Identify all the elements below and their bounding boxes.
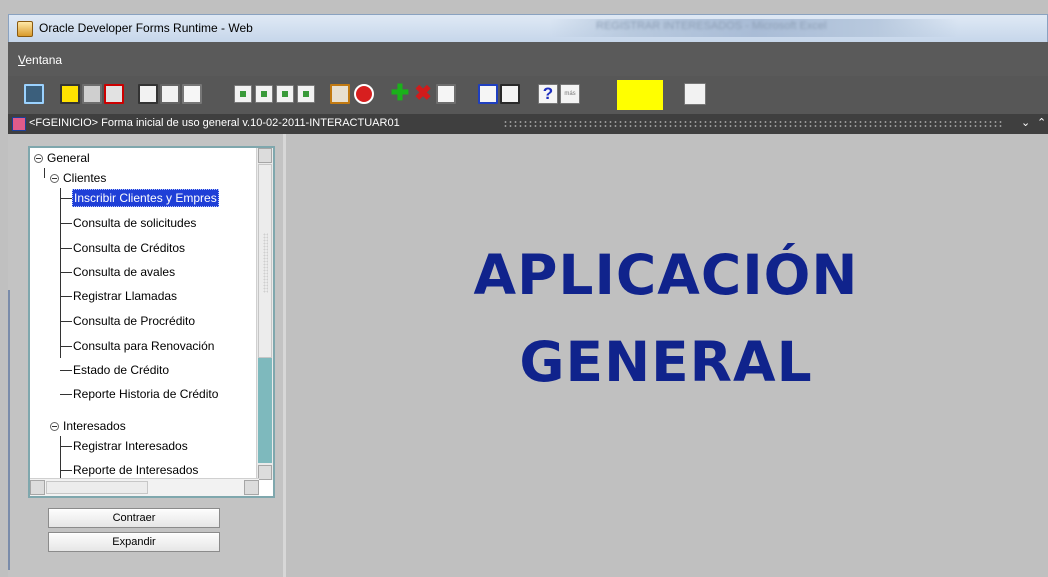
tree-node-inscribir-clientes[interactable]: Inscribir Clientes y Empres [72,188,219,208]
scroll-up-icon[interactable] [258,148,272,163]
tree-line [60,198,72,199]
tree-line [60,248,72,249]
tree-node-interesados[interactable]: Interesados [50,416,127,436]
tree-line [60,394,72,395]
tree-line [60,272,72,273]
tree-node-consulta-creditos[interactable]: Consulta de Créditos [72,238,186,258]
tree-node-consulta-avales[interactable]: Consulta de avales [72,262,176,282]
edit-icon[interactable] [436,84,456,104]
left-desktop-strip [8,290,10,570]
tree-items: General Clientes Inscribir Clientes y Em… [30,148,256,480]
help-icon[interactable]: ? [538,84,558,104]
clear-form-icon[interactable] [104,84,124,104]
application-title-line-2: GENERAL [519,330,813,394]
window-title: Oracle Developer Forms Runtime - Web [39,21,253,35]
tree-node-general[interactable]: General [34,148,91,168]
minimize-icon[interactable]: ⌄ [1021,117,1030,129]
window-titlebar: Oracle Developer Forms Runtime - Web REG… [8,14,1048,42]
menu-item-ventana[interactable]: Ventana [18,53,62,67]
more-icon[interactable]: más [560,84,580,104]
collapse-node-icon[interactable] [50,422,59,431]
tree-node-registrar-interesados[interactable]: Registrar Interesados [72,436,189,456]
tree-line [60,223,72,224]
tree-line [60,296,72,297]
first-record-icon[interactable] [234,85,252,103]
previous-record-icon[interactable] [255,85,273,103]
copy-icon[interactable] [160,84,180,104]
collapse-node-icon[interactable] [50,174,59,183]
tree-node-clientes[interactable]: Clientes [50,168,107,188]
save-icon[interactable] [60,84,80,104]
tree-line [60,446,72,447]
exit-icon[interactable] [24,84,44,104]
tree-node-registrar-llamadas[interactable]: Registrar Llamadas [72,286,178,306]
expand-button[interactable]: Expandir [48,532,220,552]
menu-tree[interactable]: General Clientes Inscribir Clientes y Em… [28,146,275,498]
scroll-down-icon[interactable] [258,465,272,480]
menu-bar: Ventana [8,42,1048,76]
tree-node-reporte-interesados[interactable]: Reporte de Interesados [72,460,199,480]
application-title: APLICACIÓN GENERAL [284,232,1048,406]
scroll-track [258,358,272,463]
tree-line [60,370,72,371]
form-titlebar: <FGEINICIO> Forma inicial de uso general… [8,114,1048,134]
tree-vertical-scrollbar[interactable] [256,148,273,480]
tree-horizontal-scrollbar[interactable] [30,478,259,496]
insert-record-icon[interactable]: ✚ [390,82,410,104]
tree-node-consulta-renovacion[interactable]: Consulta para Renovación [72,336,215,356]
form-content: General Clientes Inscribir Clientes y Em… [8,134,1048,577]
paste-icon[interactable] [182,84,202,104]
last-record-icon[interactable] [297,85,315,103]
tree-line [60,436,61,480]
tree-line [60,188,61,358]
edit-field-icon[interactable] [500,84,520,104]
next-record-icon[interactable] [276,85,294,103]
toolbar: ✚ ✖ ? más [8,76,1048,114]
horizontal-scroll-thumb[interactable] [46,481,148,494]
titlebar-dots [503,120,1003,127]
tree-node-estado-credito[interactable]: Estado de Crédito [72,360,170,380]
cut-icon[interactable] [138,84,158,104]
taskbar-preview-text: REGISTRAR INTERESADOS - Microsoft Excel [596,20,827,32]
tree-node-reporte-historia[interactable]: Reporte Historia de Crédito [72,384,219,404]
scroll-right-icon[interactable] [244,480,259,495]
form-icon [12,117,26,131]
tree-line [60,321,72,322]
form-title: <FGEINICIO> Forma inicial de uso general… [29,117,400,129]
tree-line [60,470,72,471]
scroll-left-icon[interactable] [30,480,45,495]
application-title-line-1: APLICACIÓN [473,243,859,307]
java-app-icon [17,21,33,37]
tools-icon[interactable] [684,83,706,105]
list-of-values-icon[interactable] [478,84,498,104]
enter-query-icon[interactable] [330,84,350,104]
print-icon[interactable] [82,84,102,104]
collapse-button[interactable]: Contraer [48,508,220,528]
tree-line [44,168,45,178]
scroll-grip [263,233,268,293]
tree-line [60,346,72,347]
collapse-node-icon[interactable] [34,154,43,163]
cancel-query-icon[interactable] [354,84,374,104]
tree-node-consulta-procredito[interactable]: Consulta de Procrédito [72,311,196,331]
yellow-status-indicator [617,80,663,110]
tree-node-consulta-solicitudes[interactable]: Consulta de solicitudes [72,213,197,233]
delete-record-icon[interactable]: ✖ [413,83,433,104]
maximize-icon[interactable]: ⌃ [1037,117,1046,129]
navigation-pane: General Clientes Inscribir Clientes y Em… [8,134,286,577]
